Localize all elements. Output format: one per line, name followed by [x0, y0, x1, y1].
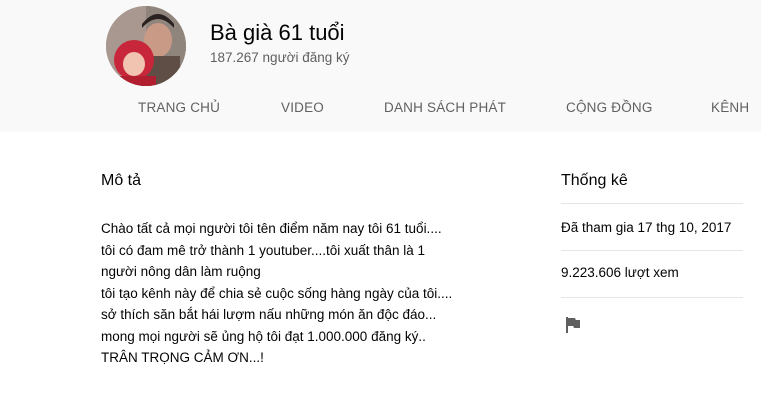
- tab-channels[interactable]: KÊNH: [711, 100, 749, 115]
- avatar-photo: [106, 6, 186, 86]
- channel-avatar[interactable]: [106, 6, 186, 86]
- subscriber-count: 187.267 người đăng ký: [210, 50, 350, 65]
- channel-name: Bà già 61 tuổi: [210, 20, 345, 45]
- tab-community[interactable]: CỘNG ĐỒNG: [566, 100, 653, 115]
- stats-divider: [561, 250, 743, 251]
- joined-date: Đã tham gia 17 thg 10, 2017: [561, 220, 732, 235]
- stats-divider: [561, 297, 743, 298]
- view-count: 9.223.606 lượt xem: [561, 265, 679, 280]
- stats-title: Thống kê: [561, 172, 628, 189]
- tab-videos[interactable]: VIDEO: [281, 100, 324, 115]
- flag-icon[interactable]: [563, 315, 583, 335]
- tab-home[interactable]: TRANG CHỦ: [138, 100, 220, 115]
- channel-description: Chào tất cả mọi người tôi tên điểm năm n…: [101, 221, 453, 365]
- description-title: Mô tả: [101, 172, 142, 189]
- channel-header: Bà già 61 tuổi 187.267 người đăng ký TRA…: [0, 0, 761, 132]
- channel-tabs: TRANG CHỦ VIDEO DANH SÁCH PHÁT CỘNG ĐỒNG…: [0, 86, 761, 130]
- tab-playlists[interactable]: DANH SÁCH PHÁT: [384, 100, 506, 115]
- stats-divider: [561, 203, 743, 204]
